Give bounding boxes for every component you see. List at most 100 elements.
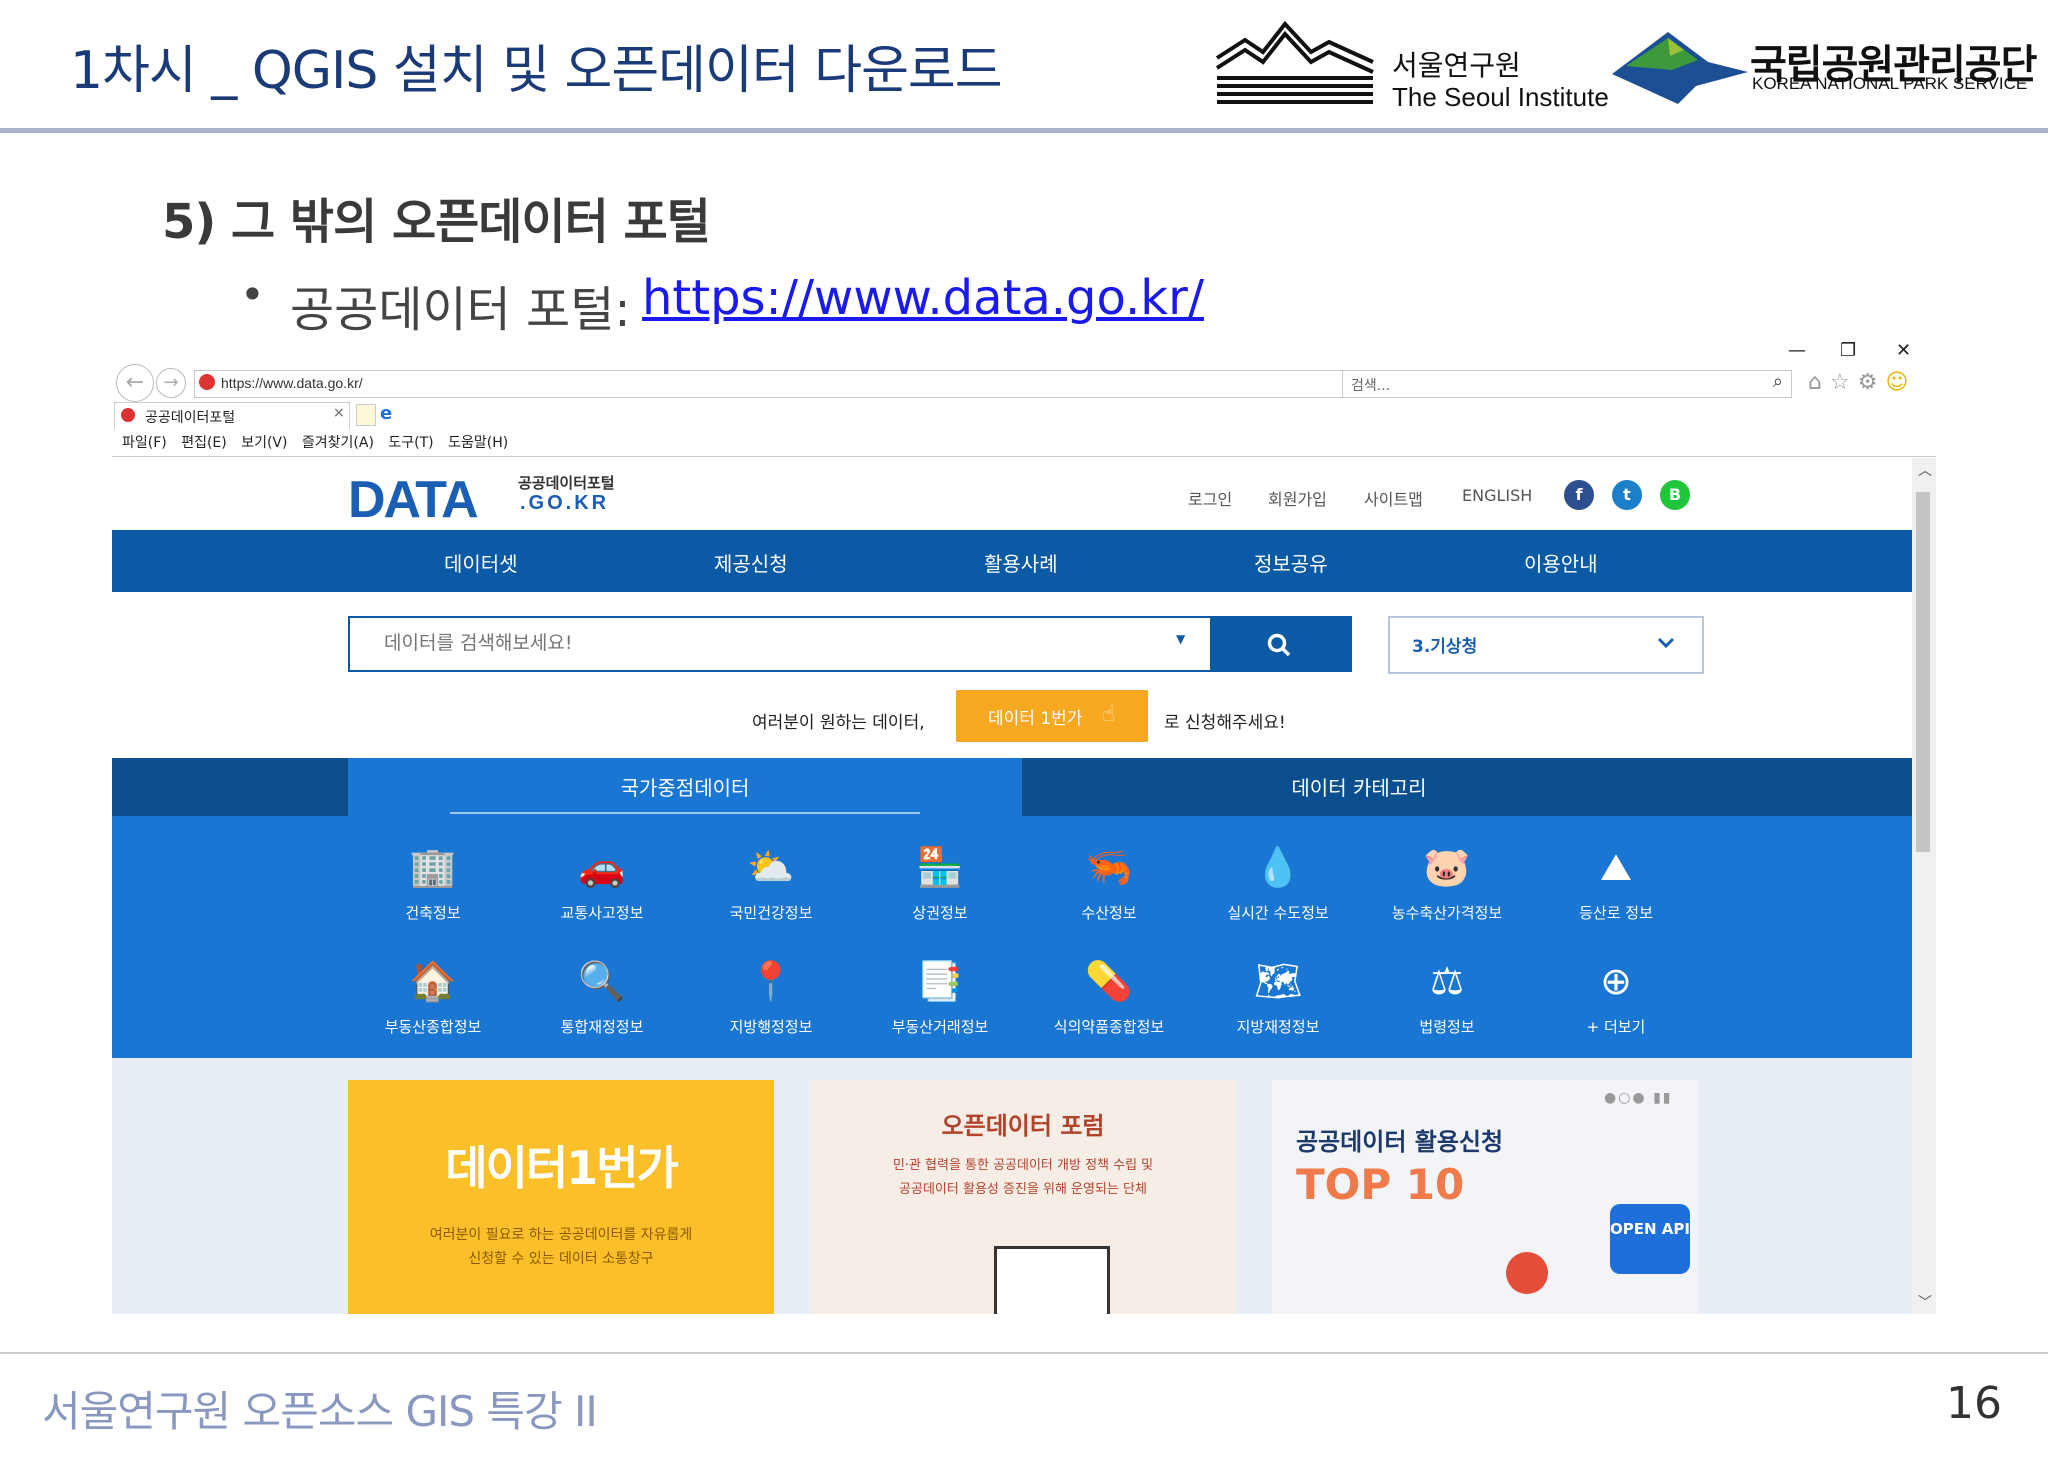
close-window-button[interactable]: ✕	[1896, 340, 1911, 361]
nav-share[interactable]: 정보공유	[1254, 548, 1328, 577]
weather-cloud-icon: ⛅	[747, 845, 795, 889]
menu-help[interactable]: 도움말(H)	[448, 432, 508, 452]
card-data-1st-street[interactable]: 데이터1번가 여러분이 필요로 하는 공공데이터를 자유롭게 신청할 수 있는 …	[348, 1080, 774, 1314]
tab-data-category[interactable]: 데이터 카테고리	[1022, 772, 1696, 801]
card2-title: 오픈데이터 포럼	[941, 1112, 1105, 1140]
category-food-drug[interactable]: 💊 식의약품종합정보	[1024, 956, 1194, 1037]
category-agri-price[interactable]: 🐷 농수축산가격정보	[1362, 842, 1532, 923]
data-logo[interactable]: DATA	[348, 470, 479, 530]
document-building-icon: 📑	[916, 959, 964, 1003]
nav-dataset[interactable]: 데이터셋	[444, 548, 518, 577]
category-real-estate-trade[interactable]: 📑 부동산거래정보	[855, 956, 1025, 1037]
address-text: https://www.data.go.kr/	[221, 375, 363, 391]
category-label: 통합재정정보	[560, 1018, 644, 1036]
scroll-down-arrow[interactable]: ﹀	[1918, 1292, 1932, 1312]
home-icon[interactable]: ⌂	[1808, 370, 1830, 395]
category-label: 농수축산가격정보	[1391, 904, 1503, 922]
category-finance[interactable]: 🔍 통합재정정보	[517, 956, 687, 1037]
data-search-input[interactable]	[350, 618, 1146, 668]
facebook-icon[interactable]: f	[1564, 480, 1594, 510]
category-hiking[interactable]: ⛰ 등산로 정보	[1531, 842, 1701, 923]
nav-use-cases[interactable]: 활용사례	[984, 548, 1058, 577]
category-building[interactable]: 🏢 건축정보	[348, 842, 518, 923]
national-data-panel: 국가중점데이터 데이터 카테고리 🏢 건축정보 🚗 교통사고정보 ⛅ 국민건강정보 🏪…	[112, 758, 1912, 1058]
carousel-indicator[interactable]: ●○● ▮▮	[1604, 1090, 1673, 1106]
tab-title: 공공데이터포털	[145, 410, 236, 426]
category-local-finance[interactable]: 🗺 지방재정정보	[1193, 956, 1363, 1037]
tab-national-data[interactable]: 국가중점데이터	[348, 758, 1022, 816]
toolbar-icons: ⌂☆⚙☺	[1808, 370, 1916, 395]
category-label: 국민건강정보	[729, 904, 813, 922]
signup-link[interactable]: 회원가입	[1268, 486, 1327, 510]
minimize-button[interactable]: —	[1788, 340, 1806, 361]
scrollbar-thumb[interactable]	[1916, 492, 1930, 852]
english-link[interactable]: ENGLISH	[1462, 486, 1532, 505]
browser-window: — ❐ ✕ ← → https://www.data.go.kr/ 🔒 ↻ 검색…	[112, 340, 1936, 1314]
chevron-down-icon[interactable]: ▼	[1176, 632, 1185, 646]
category-fisheries[interactable]: 🦐 수산정보	[1024, 842, 1194, 923]
sitemap-link[interactable]: 사이트맵	[1364, 486, 1423, 510]
category-traffic-accident[interactable]: 🚗 교통사고정보	[517, 842, 687, 923]
hand-pointer-icon: ☝	[1102, 702, 1116, 727]
website-viewport: DATA 공공데이터포털 .GO.KR 로그인 회원가입 사이트맵 ENGLIS…	[112, 458, 1912, 1314]
nav-request[interactable]: 제공신청	[714, 548, 788, 577]
data-1st-street-button[interactable]: 데이터 1번가 ☝	[956, 690, 1148, 742]
korea-map-icon: 🗺	[1253, 959, 1303, 1003]
login-link[interactable]: 로그인	[1188, 486, 1232, 510]
card-open-api-top10[interactable]: 공공데이터 활용신청 TOP 10 OPEN API ●○● ▮▮	[1272, 1080, 1698, 1314]
scroll-up-arrow[interactable]: ︿	[1918, 460, 1932, 480]
edge-icon[interactable]: e	[380, 403, 392, 424]
favorites-star-icon[interactable]: ☆	[1830, 370, 1858, 395]
category-health[interactable]: ⛅ 국민건강정보	[686, 842, 856, 923]
seoul-institute-name: 서울연구원	[1392, 49, 1521, 82]
menu-edit[interactable]: 편집(E)	[181, 432, 227, 452]
menu-view[interactable]: 보기(V)	[241, 432, 287, 452]
twitter-icon[interactable]: t	[1612, 480, 1642, 510]
zoom-plus-icon: ⊕	[1600, 959, 1632, 1003]
new-tab-icon[interactable]	[356, 404, 376, 426]
card2-desc-line2: 공공데이터 활용성 증진을 위해 운영되는 단체	[899, 1182, 1147, 1197]
promo-text-after: 로 신청해주세요!	[1164, 713, 1286, 733]
category-label: 식의약품종합정보	[1053, 1018, 1165, 1036]
browser-search-placeholder: 검색...	[1351, 378, 1391, 394]
category-real-estate[interactable]: 🏠 부동산종합정보	[348, 956, 518, 1037]
address-bar[interactable]: https://www.data.go.kr/ 🔒 ↻	[194, 370, 1418, 398]
browser-search-box[interactable]: 검색... ⌕	[1342, 370, 1792, 398]
forward-button[interactable]: →	[156, 368, 186, 398]
data-search-field[interactable]: ▼	[348, 616, 1212, 672]
main-navigation: 데이터셋 제공신청 활용사례 정보공유 이용안내	[112, 530, 1912, 592]
card3-title: 공공데이터 활용신청	[1296, 1128, 1504, 1156]
category-commerce[interactable]: 🏪 상권정보	[855, 842, 1025, 923]
search-icon[interactable]: ⌕	[1773, 371, 1783, 392]
tab-close-icon[interactable]: ×	[333, 405, 345, 421]
category-label: 상권정보	[912, 904, 968, 922]
blog-icon[interactable]: B	[1660, 480, 1690, 510]
menu-file[interactable]: 파일(F)	[122, 432, 167, 452]
category-law[interactable]: ⚖ 법령정보	[1362, 956, 1532, 1037]
car-crash-icon: 🚗	[578, 845, 626, 889]
category-local-admin[interactable]: 📍 지방행정정보	[686, 956, 856, 1037]
smiley-icon[interactable]: ☺	[1885, 370, 1916, 395]
tab-underline	[450, 812, 920, 814]
tab-favicon	[121, 408, 135, 422]
tab-active[interactable]: 공공데이터포털 ×	[114, 402, 350, 429]
menu-favorites[interactable]: 즐겨찾기(A)	[302, 432, 374, 452]
promo-text-before: 여러분이 원하는 데이터,	[752, 713, 925, 733]
category-label: 건축정보	[405, 904, 461, 922]
category-label: 등산로 정보	[1579, 904, 1653, 922]
knps-mountain-logo	[1612, 26, 1748, 110]
category-water[interactable]: 💧 실시간 수도정보	[1193, 842, 1363, 923]
portal-link[interactable]: https://www.data.go.kr/	[642, 270, 1204, 326]
menu-tools[interactable]: 도구(T)	[388, 432, 433, 452]
card-open-data-forum[interactable]: 오픈데이터 포럼 민·관 협력을 통한 공공데이터 개방 정책 수립 및 공공데…	[810, 1080, 1236, 1314]
search-button[interactable]	[1210, 616, 1352, 672]
pill-bowl-icon: 💊	[1085, 959, 1133, 1003]
nav-guide[interactable]: 이용안내	[1524, 548, 1598, 577]
category-more[interactable]: ⊕ + 더보기	[1531, 956, 1701, 1037]
restore-button[interactable]: ❐	[1840, 340, 1856, 361]
settings-gear-icon[interactable]: ⚙	[1858, 370, 1886, 395]
arrow-circle-icon	[1506, 1252, 1548, 1294]
scrollbar[interactable]: ︿ ﹀	[1912, 458, 1936, 1314]
back-button[interactable]: ←	[116, 364, 154, 402]
org-select[interactable]: 3.기상청	[1388, 616, 1704, 674]
